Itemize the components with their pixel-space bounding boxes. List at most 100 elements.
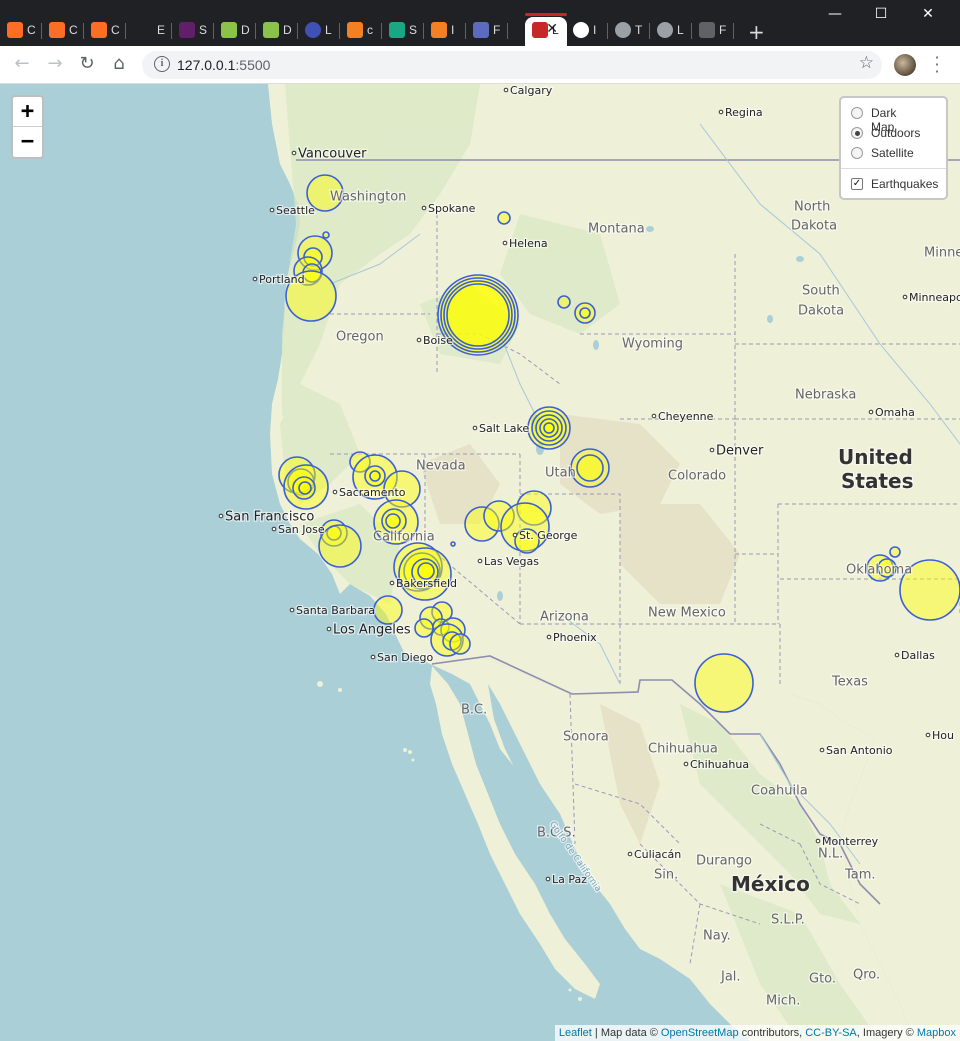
earthquake-marker[interactable] — [385, 513, 401, 529]
place-label: B.C. — [461, 703, 487, 718]
layers-icon — [389, 22, 405, 38]
city-dot — [370, 654, 376, 660]
tab-1[interactable]: C — [0, 17, 42, 46]
map-container[interactable]: Calgary Regina Vancouver Washington Seattle S… — [0, 84, 960, 1041]
city-dot — [332, 489, 338, 495]
site-info-icon[interactable]: i — [154, 56, 170, 72]
leaf-icon — [263, 22, 279, 38]
place-label: United — [838, 445, 913, 469]
osm-link[interactable]: OpenStreetMap — [661, 1027, 739, 1039]
radio-dark-map[interactable] — [851, 107, 863, 119]
place-label: Boise — [423, 334, 453, 347]
tab-7[interactable]: D — [256, 17, 298, 46]
earthquake-marker[interactable] — [449, 633, 471, 655]
city-dot — [421, 205, 427, 211]
earthquake-marker[interactable] — [450, 541, 456, 547]
earthquake-marker[interactable] — [369, 470, 381, 482]
tab-2[interactable]: C — [42, 17, 84, 46]
radio-outdoors[interactable] — [851, 127, 863, 139]
city-dot — [512, 532, 518, 538]
profile-avatar[interactable] — [894, 54, 916, 76]
earthquake-marker[interactable] — [576, 454, 604, 482]
earthquake-marker[interactable] — [414, 618, 434, 638]
city-dot — [546, 634, 552, 640]
earthquake-marker[interactable] — [318, 524, 362, 568]
earthquake-marker[interactable] — [543, 422, 555, 434]
place-label: South — [802, 284, 840, 299]
tab-6[interactable]: D — [214, 17, 256, 46]
minimize-button[interactable]: — — [812, 6, 858, 22]
earthquake-marker[interactable] — [497, 211, 511, 225]
place-label: Nevada — [416, 459, 466, 474]
tab-9[interactable]: c — [340, 17, 382, 46]
checkbox-earthquakes[interactable]: ✓ — [851, 178, 863, 190]
tab-17[interactable]: F — [692, 17, 734, 46]
url-text[interactable]: 127.0.0.1:5500 — [177, 57, 270, 73]
radio-satellite[interactable] — [851, 147, 863, 159]
lambda-icon — [473, 22, 489, 38]
leaflet-link[interactable]: Leaflet — [559, 1027, 592, 1039]
map-attribution: Leaflet | Map data © OpenStreetMap contr… — [554, 1025, 960, 1041]
back-icon[interactable]: ← — [10, 52, 34, 76]
close-window-button[interactable]: ✕ — [905, 6, 951, 22]
earthquake-marker[interactable] — [373, 595, 403, 625]
attribution-text: , Imagery © — [856, 1027, 917, 1039]
tab-14[interactable]: I — [566, 17, 608, 46]
layer-label: Outdoors — [871, 126, 921, 140]
browser-toolbar: ← → ↻ ⌂ i 127.0.0.1:5500 ☆ · · · — [0, 46, 960, 84]
tab-12[interactable]: F — [466, 17, 508, 46]
earthquake-marker[interactable] — [889, 546, 901, 558]
earthquake-marker[interactable] — [298, 481, 312, 495]
bookmark-star-icon[interactable]: ☆ — [859, 53, 874, 73]
city-dot — [291, 150, 297, 156]
stackoverflow-icon — [431, 22, 447, 38]
place-label: Oklahoma — [846, 563, 912, 578]
tab-10[interactable]: S — [382, 17, 424, 46]
codepen-icon — [573, 22, 589, 38]
city-dot — [271, 526, 277, 532]
tab-11[interactable]: I — [424, 17, 466, 46]
close-tab-icon[interactable]: ✕ — [546, 21, 558, 37]
tab-4[interactable]: E — [130, 17, 172, 46]
tab-title: I — [593, 23, 597, 37]
earthquake-marker[interactable] — [694, 653, 754, 713]
zoom-out-button[interactable]: − — [13, 127, 42, 157]
place-label: Tam. — [844, 868, 876, 883]
city-dot — [477, 558, 483, 564]
city-dot — [709, 447, 715, 453]
city-dot — [902, 294, 908, 300]
home-icon[interactable]: ⌂ — [107, 52, 131, 76]
earthquake-marker[interactable] — [446, 283, 510, 347]
mapbox-link[interactable]: Mapbox — [917, 1027, 956, 1039]
forward-icon[interactable]: → — [43, 52, 67, 76]
place-label: S.L.P. — [771, 913, 805, 928]
tab-16[interactable]: L — [650, 17, 692, 46]
license-link[interactable]: CC-BY-SA — [805, 1027, 857, 1039]
new-tab-button[interactable]: + — [748, 20, 765, 44]
maximize-button[interactable]: ☐ — [858, 6, 904, 22]
earthquake-marker[interactable] — [579, 307, 591, 319]
place-label: Chihuahua — [690, 758, 749, 771]
zoom-in-button[interactable]: + — [13, 97, 42, 127]
tab-15[interactable]: T — [608, 17, 650, 46]
menu-kebab-icon[interactable]: · · · — [930, 50, 944, 80]
tab-3[interactable]: C — [84, 17, 126, 46]
address-bar[interactable]: i 127.0.0.1:5500 ☆ — [142, 51, 882, 79]
city-dot — [472, 425, 478, 431]
attribution-text: contributors, — [738, 1027, 806, 1039]
tab-13[interactable]: L ✕ — [525, 13, 567, 46]
tab-title: F — [493, 23, 501, 37]
tab-5[interactable]: S — [172, 17, 214, 46]
tab-8[interactable]: L — [298, 17, 340, 46]
reload-icon[interactable]: ↻ — [75, 52, 99, 76]
tab-separator — [733, 23, 734, 39]
city-dot — [252, 276, 258, 282]
stackoverflow-icon — [347, 22, 363, 38]
tab-title: F — [719, 23, 727, 37]
map-canvas[interactable]: Calgary Regina Vancouver Washington Seattle S… — [0, 84, 960, 1041]
place-label: Salt Lake — [479, 422, 529, 435]
earthquake-marker[interactable] — [557, 295, 571, 309]
city-dot — [416, 337, 422, 343]
place-label: Santa Barbara — [296, 604, 375, 617]
earthquake-marker[interactable] — [322, 231, 330, 239]
